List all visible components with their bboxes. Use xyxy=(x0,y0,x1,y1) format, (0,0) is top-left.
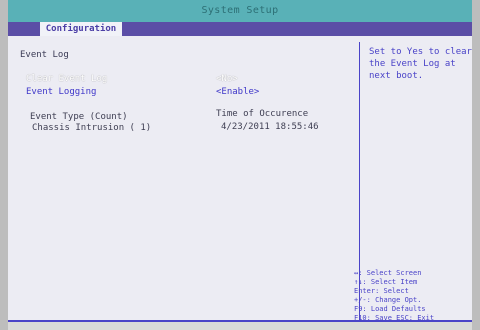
section-title: Event Log xyxy=(20,50,69,60)
screen-bottom-line xyxy=(8,320,472,322)
event-logging-label[interactable]: Event Logging xyxy=(26,87,96,97)
time-occurrence-header: Time of Occurence xyxy=(216,109,309,119)
event-logging-value[interactable]: <Enable> xyxy=(216,87,259,97)
menu-tab-strip: Configuration xyxy=(8,22,472,36)
key-legend: ↔: Select Screen ↑↓: Select Item Enter: … xyxy=(354,269,474,323)
event-entry-type: Chassis Intrusion ( 1) xyxy=(32,123,152,133)
bios-screen: System Setup Configuration Event Log Cle… xyxy=(8,0,472,322)
bios-title-bar: System Setup xyxy=(8,0,472,22)
key-enter-select: Enter: Select xyxy=(354,287,409,295)
event-entry-time: 4/23/2011 18:55:46 xyxy=(221,122,319,132)
key-load-defaults: F9: Load Defaults xyxy=(354,305,426,313)
clear-event-log-label[interactable]: Clear Event Log xyxy=(26,74,107,84)
bios-title: System Setup xyxy=(201,5,279,16)
clear-event-log-value[interactable]: <No> xyxy=(216,74,238,84)
help-text: Set to Yes to clear the Event Log at nex… xyxy=(369,47,472,81)
tab-configuration-label: Configuration xyxy=(45,24,117,34)
key-select-screen: ↔: Select Screen xyxy=(354,269,422,277)
key-select-item: ↑↓: Select Item xyxy=(354,278,418,286)
tab-configuration[interactable]: Configuration xyxy=(40,22,122,36)
key-change-option: +/-: Change Opt. xyxy=(354,296,422,304)
event-type-header: Event Type (Count) xyxy=(30,112,128,122)
monitor-bezel-left xyxy=(0,0,8,330)
